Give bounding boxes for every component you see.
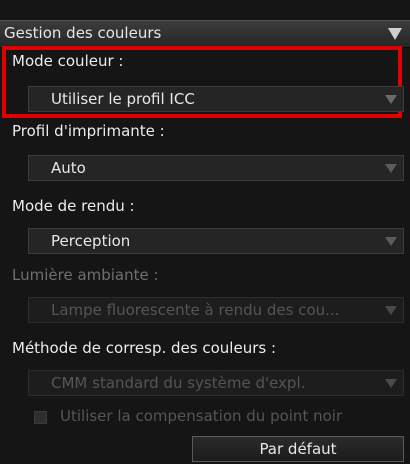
- black-point-checkbox: [34, 411, 47, 424]
- color-mode-label: Mode couleur :: [12, 52, 124, 70]
- printer-profile-label: Profil d'imprimante :: [12, 122, 165, 140]
- ambient-light-value: Lampe fluorescente à rendu des cou...: [51, 301, 340, 319]
- color-mode-value: Utiliser le profil ICC: [51, 90, 195, 108]
- chevron-down-icon: [385, 306, 397, 315]
- chevron-down-icon: [385, 237, 397, 246]
- ambient-light-dropdown: Lampe fluorescente à rendu des cou...: [28, 297, 404, 323]
- color-mode-dropdown[interactable]: Utiliser le profil ICC: [28, 86, 404, 112]
- color-matching-value: CMM standard du système d'expl.: [51, 374, 306, 392]
- panel-title: Gestion des couleurs: [4, 24, 162, 42]
- default-button[interactable]: Par défaut: [192, 436, 404, 462]
- chevron-down-icon: [385, 164, 397, 173]
- triangle-down-icon[interactable]: [388, 28, 402, 40]
- printer-profile-value: Auto: [51, 159, 86, 177]
- rendering-intent-dropdown[interactable]: Perception: [28, 228, 404, 254]
- chevron-down-icon: [385, 379, 397, 388]
- color-management-panel: Gestion des couleurs Mode couleur : Util…: [0, 0, 410, 464]
- black-point-label: Utiliser la compensation du point noir: [60, 407, 343, 425]
- chevron-down-icon: [385, 95, 397, 104]
- panel-header[interactable]: Gestion des couleurs: [0, 20, 410, 48]
- color-matching-dropdown: CMM standard du système d'expl.: [28, 370, 404, 396]
- rendering-intent-label: Mode de rendu :: [12, 197, 135, 215]
- printer-profile-dropdown[interactable]: Auto: [28, 155, 404, 181]
- ambient-light-label: Lumière ambiante :: [12, 266, 159, 284]
- rendering-intent-value: Perception: [51, 232, 131, 250]
- color-matching-label: Méthode de corresp. des couleurs :: [12, 339, 277, 357]
